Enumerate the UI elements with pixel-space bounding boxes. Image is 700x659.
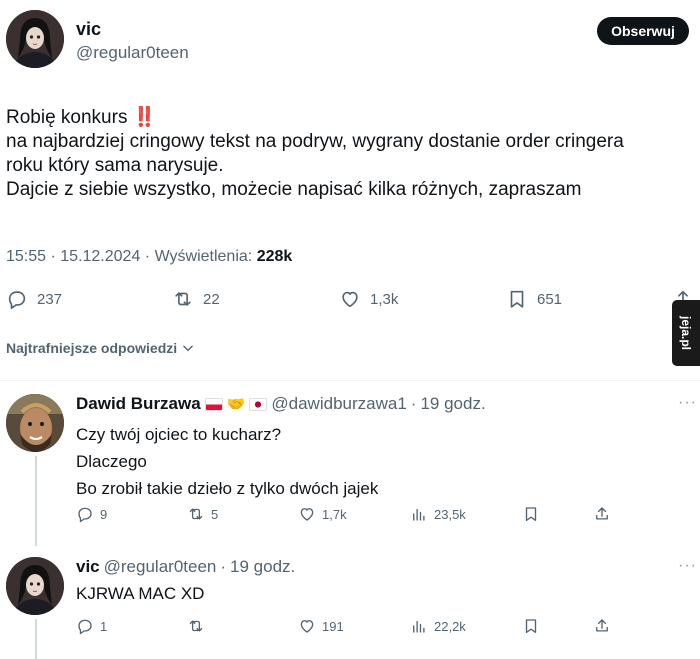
reply-count: 1	[100, 618, 108, 634]
avatar[interactable]	[6, 10, 64, 68]
analytics-icon	[413, 620, 425, 633]
tweet-line: Dajcie z siebie wszystko, możecie napisa…	[6, 179, 582, 200]
reply-icon	[78, 619, 92, 635]
reply-line: Czy twój ojciec to kucharz?	[76, 425, 282, 444]
bookmark-icon	[525, 507, 537, 522]
reply-header: vic @regular0teen · 19 godz.	[76, 557, 296, 577]
repost-button[interactable]	[187, 617, 211, 635]
avatar[interactable]	[6, 557, 64, 615]
reply-icon	[8, 291, 26, 309]
poland-flag-icon	[204, 397, 223, 411]
sort-dropdown[interactable]: Najtrafniejsze odpowiedzi	[6, 340, 195, 356]
bookmark-button[interactable]	[522, 617, 540, 635]
author-name[interactable]: vic	[76, 19, 101, 40]
thread-line	[35, 456, 37, 546]
share-icon	[596, 619, 608, 632]
reply-button[interactable]: 1	[76, 617, 107, 635]
repost-count: 5	[211, 506, 219, 522]
tweet-date[interactable]: 15.12.2024	[60, 248, 140, 265]
more-options-icon[interactable]: ···	[678, 394, 697, 412]
bookmark-icon	[525, 619, 537, 634]
divider	[0, 380, 700, 381]
repost-button[interactable]: 22	[172, 288, 220, 310]
reply-author-handle[interactable]: @regular0teen	[104, 557, 217, 577]
sort-label: Najtrafniejsze odpowiedzi	[6, 340, 178, 356]
reply-author-name[interactable]: Dawid Burzawa	[76, 394, 201, 414]
heart-icon	[300, 508, 314, 521]
share-button[interactable]	[593, 617, 611, 635]
views-count: 23,5k	[434, 506, 466, 522]
handshake-icon: 🤝	[226, 396, 246, 413]
tweet-text: Robię konkurs ‼️ na najbardziej cringowy…	[6, 106, 696, 202]
repost-icon	[189, 508, 203, 520]
repost-icon	[189, 620, 203, 632]
tweet-line: na najbardziej cringowy tekst na podryw,…	[6, 131, 624, 152]
reply-header: Dawid Burzawa 🤝 @dawidburzawa1 · 19 godz…	[76, 394, 486, 414]
watermark-text: jeja.pl	[679, 315, 694, 351]
like-count: 1,3k	[370, 290, 399, 308]
reply-line: Bo zrobił takie dzieło z tylko dwóch jaj…	[76, 479, 379, 498]
share-button[interactable]	[593, 505, 611, 523]
chevron-down-icon	[183, 345, 193, 352]
reply-icon	[78, 507, 92, 523]
double-exclamation-emoji: ‼️	[132, 107, 157, 128]
more-options-icon[interactable]: ···	[678, 557, 697, 575]
like-button[interactable]: 191	[298, 617, 344, 635]
tweet-time[interactable]: 15:55	[6, 248, 46, 265]
reply-line: Dlaczego	[76, 452, 147, 471]
reply-author-name[interactable]: vic	[76, 557, 100, 577]
reply-line: KJRWA MAC XD	[76, 584, 205, 603]
japan-flag-icon	[249, 397, 268, 411]
bookmark-button[interactable]: 651	[506, 288, 562, 310]
views-count: 22,2k	[434, 618, 466, 634]
author-handle[interactable]: @regular0teen	[76, 43, 189, 63]
views-button[interactable]: 23,5k	[410, 505, 466, 523]
views-count: 228k	[256, 248, 293, 265]
tweet-line: roku który sama narysuje.	[6, 155, 224, 176]
repost-count: 22	[203, 290, 220, 308]
bookmark-icon	[510, 290, 524, 308]
bookmark-button[interactable]	[522, 505, 540, 523]
like-button[interactable]: 1,7k	[298, 505, 347, 523]
reply-button[interactable]: 237	[6, 288, 62, 310]
tweet-line: Robię konkurs	[6, 107, 128, 128]
like-count: 191	[322, 618, 344, 634]
reply-time[interactable]: 19 godz.	[420, 394, 485, 414]
thread-line	[35, 619, 37, 659]
bookmark-count: 651	[537, 290, 563, 308]
reply-count: 237	[37, 290, 63, 308]
follow-button[interactable]: Obserwuj	[597, 17, 689, 45]
repost-button[interactable]: 5	[187, 505, 218, 523]
reply-author-handle[interactable]: @dawidburzawa1	[271, 394, 406, 414]
reply-button[interactable]: 9	[76, 505, 107, 523]
views-button[interactable]: 22,2k	[410, 617, 466, 635]
repost-icon	[175, 292, 191, 306]
like-count: 1,7k	[322, 506, 347, 522]
share-icon	[596, 507, 608, 520]
heart-icon	[342, 291, 358, 308]
heart-icon	[300, 620, 314, 633]
reply-time[interactable]: 19 godz.	[230, 557, 295, 577]
like-button[interactable]: 1,3k	[339, 288, 398, 310]
analytics-icon	[413, 508, 425, 521]
reply-text: Czy twój ojciec to kucharz? Dlaczego Bo …	[76, 421, 378, 502]
reply-text: KJRWA MAC XD	[76, 580, 204, 607]
avatar[interactable]	[6, 394, 64, 452]
views-label: Wyświetlenia:	[154, 248, 253, 265]
tweet-meta: 15:55 · 15.12.2024 · Wyświetlenia: 228k	[6, 248, 293, 265]
watermark: jeja.pl	[672, 300, 700, 366]
reply-count: 9	[100, 506, 108, 522]
